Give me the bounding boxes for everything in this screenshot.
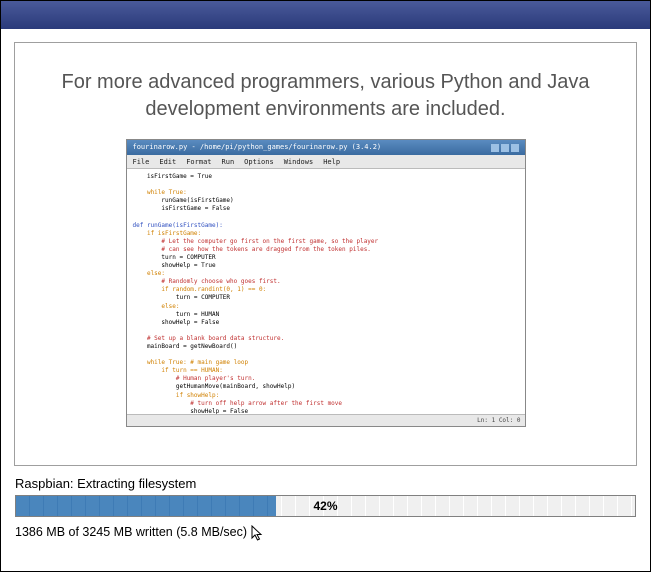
ide-menu-item: Format (186, 158, 211, 166)
ide-menu-item: Options (244, 158, 274, 166)
window-titlebar (1, 1, 650, 29)
cursor-icon (251, 525, 265, 543)
ide-menu-item: Help (323, 158, 340, 166)
ide-menu-item: Run (222, 158, 235, 166)
install-written-text: 1386 MB of 3245 MB written (5.8 MB/sec) (15, 525, 247, 539)
ide-menu-item: Windows (284, 158, 314, 166)
installer-info-panel: For more advanced programmers, various P… (14, 42, 637, 466)
ide-window-controls (491, 144, 519, 152)
ide-statusbar: Ln: 1 Col: 0 (127, 414, 525, 426)
ide-menubar: File Edit Format Run Options Windows Help (127, 155, 525, 169)
install-written-line: 1386 MB of 3245 MB written (5.8 MB/sec) (15, 523, 636, 541)
install-status-text: Raspbian: Extracting filesystem (15, 476, 636, 491)
ide-title-text: fourinarow.py - /home/pi/python_games/fo… (133, 140, 382, 155)
ide-menu-item: File (133, 158, 150, 166)
ide-menu-item: Edit (159, 158, 176, 166)
ide-code-area: isFirstGame = True while True: runGame(i… (127, 169, 525, 427)
ide-titlebar: fourinarow.py - /home/pi/python_games/fo… (127, 140, 525, 155)
info-heading: For more advanced programmers, various P… (39, 69, 612, 123)
ide-screenshot: fourinarow.py - /home/pi/python_games/fo… (126, 139, 526, 427)
install-progress-label: 42% (16, 496, 635, 516)
install-progress-bar: 42% (15, 495, 636, 517)
install-status-area: Raspbian: Extracting filesystem 42% 1386… (1, 466, 650, 541)
